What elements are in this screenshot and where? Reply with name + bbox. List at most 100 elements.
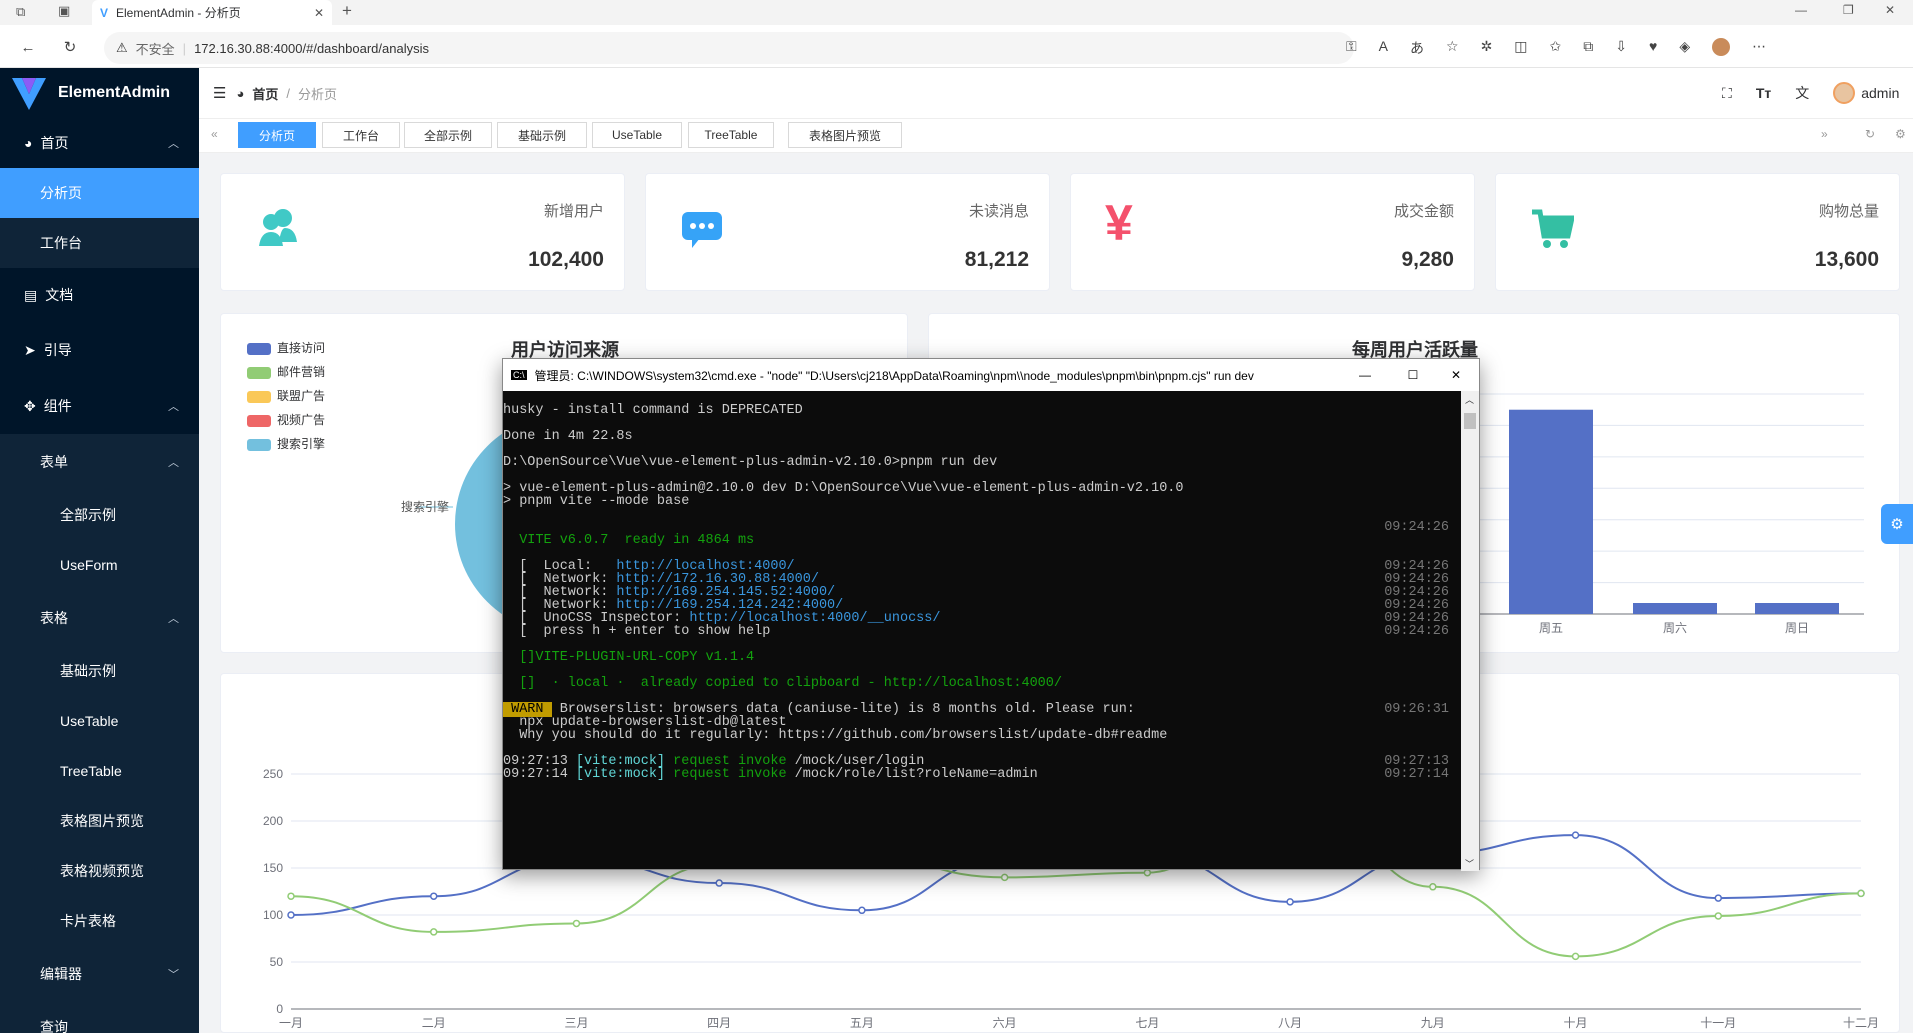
- language-icon[interactable]: 文: [1795, 83, 1809, 103]
- cmd-titlebar[interactable]: C:\ 管理员: C:\WINDOWS\system32\cmd.exe - "…: [503, 359, 1479, 391]
- bar: [1755, 603, 1839, 614]
- menu-components[interactable]: ✥ 组件 ︿: [0, 378, 199, 434]
- tag-table-basic[interactable]: 基础示例: [497, 122, 587, 148]
- key-icon[interactable]: ⚿: [1346, 38, 1357, 58]
- menu-query[interactable]: 查询: [0, 1002, 199, 1033]
- stat-card-shopping-total[interactable]: 购物总量 13,600: [1495, 173, 1900, 291]
- extensions-icon[interactable]: ✲: [1481, 38, 1493, 58]
- stat-card-transaction-amount[interactable]: ¥ 成交金额 9,280: [1070, 173, 1475, 291]
- line-point: [1000, 873, 1009, 882]
- favorite-icon[interactable]: ☆: [1446, 38, 1459, 58]
- cmd-scrollbar[interactable]: ︿ ﹀: [1461, 391, 1479, 871]
- cmd-close-icon[interactable]: ✕: [1441, 368, 1471, 382]
- tag-usetable[interactable]: UseTable: [592, 122, 682, 148]
- menu-form[interactable]: 表单 ︿: [0, 434, 199, 490]
- menu-table[interactable]: 表格 ︿: [0, 590, 199, 646]
- fullscreen-icon[interactable]: ⛶: [1722, 85, 1732, 102]
- reload-icon[interactable]: ↻: [56, 33, 84, 61]
- menu-table-image[interactable]: 表格图片预览: [0, 796, 199, 846]
- close-tab-icon[interactable]: ✕: [314, 6, 324, 20]
- close-window-icon[interactable]: ✕: [1885, 3, 1895, 17]
- chevron-up-icon: ︿: [168, 401, 179, 413]
- menu-label: 组件: [43, 398, 72, 414]
- restore-window-icon[interactable]: ❐: [1843, 3, 1854, 17]
- tab-actions-icon[interactable]: ▣: [58, 3, 70, 19]
- downloads-icon[interactable]: ⇩: [1615, 38, 1627, 58]
- cmd-maximize-icon[interactable]: ☐: [1393, 368, 1433, 382]
- scroll-thumb[interactable]: [1464, 413, 1476, 429]
- menu-label: UseForm: [60, 557, 118, 573]
- collapse-menu-icon[interactable]: ☰: [213, 84, 226, 102]
- new-tab-icon[interactable]: +: [342, 1, 352, 21]
- menu-card-table[interactable]: 卡片表格: [0, 896, 199, 946]
- stat-card-new-users[interactable]: 新增用户 102,400: [220, 173, 625, 291]
- collections-icon[interactable]: ⧉: [1583, 38, 1593, 58]
- profile-icon[interactable]: [1712, 38, 1731, 56]
- workspaces-icon[interactable]: ⧉: [16, 4, 25, 20]
- cmd-line: [ press h + enter to show help: [503, 624, 771, 639]
- menu-document[interactable]: ▤ 文档: [0, 268, 199, 322]
- performance-icon[interactable]: ♥: [1649, 38, 1657, 58]
- line-point: [1857, 889, 1865, 898]
- stat-label: 成交金额: [1393, 203, 1454, 220]
- sidebar: ElementAdmin ◕ 首页 ︿ 分析页 工作台 ▤ 文档 ➤ 引导 ✥ 组件 ︿ 表…: [0, 68, 199, 1033]
- menu-form-all[interactable]: 全部示例: [0, 490, 199, 540]
- read-aloud-icon[interactable]: A: [1379, 38, 1388, 58]
- tag-workplace[interactable]: 工作台: [322, 122, 400, 148]
- favorites-icon[interactable]: ✩: [1550, 38, 1562, 58]
- scroll-up-icon[interactable]: ︿: [1465, 393, 1474, 406]
- cmd-title-text: 管理员: C:\WINDOWS\system32\cmd.exe - "node…: [534, 368, 1254, 383]
- cmd-minimize-icon[interactable]: —: [1345, 368, 1385, 382]
- cmd-output[interactable]: husky - install command is DEPRECATED Don…: [503, 391, 1463, 871]
- menu-table-video[interactable]: 表格视频预览: [0, 846, 199, 896]
- menu-useform[interactable]: UseForm: [0, 540, 199, 590]
- cmd-window[interactable]: C:\ 管理员: C:\WINDOWS\system32\cmd.exe - "…: [502, 358, 1480, 871]
- address-bar[interactable]: ⚠ 不安全 | 172.16.30.88:4000/#/dashboard/an…: [104, 32, 1354, 64]
- menu-workplace[interactable]: 工作台: [0, 218, 199, 268]
- minimize-window-icon[interactable]: —: [1795, 3, 1807, 17]
- stat-label: 购物总量: [1818, 203, 1879, 220]
- menu-label: 基础示例: [60, 663, 116, 679]
- line-y-tick: 250: [263, 767, 283, 781]
- scroll-down-icon[interactable]: ﹀: [1465, 857, 1474, 870]
- breadcrumb-home[interactable]: 首页: [252, 84, 278, 103]
- menu-guide[interactable]: ➤ 引导: [0, 322, 199, 378]
- translate-icon[interactable]: あ: [1410, 38, 1424, 58]
- settings-drawer-button[interactable]: ⚙: [1881, 504, 1913, 544]
- tag-form-all[interactable]: 全部示例: [404, 122, 492, 148]
- tags-scroll-left-icon[interactable]: «: [211, 127, 218, 141]
- line-point: [1714, 894, 1723, 902]
- tag-analysis[interactable]: 分析页: [238, 122, 316, 148]
- user-dropdown[interactable]: admin: [1833, 82, 1899, 104]
- url-text: 172.16.30.88:4000/#/dashboard/analysis: [194, 40, 429, 56]
- copilot-icon[interactable]: ◈: [1679, 38, 1690, 58]
- yen-icon: ¥: [1105, 195, 1133, 251]
- stat-card-unread-messages[interactable]: 未读消息 81,212: [645, 173, 1050, 291]
- menu-table-basic[interactable]: 基础示例: [0, 646, 199, 696]
- logo[interactable]: ElementAdmin: [0, 68, 199, 118]
- browser-tab[interactable]: V ElementAdmin - 分析页 ✕: [92, 0, 332, 25]
- line-y-tick: 0: [276, 1002, 283, 1016]
- menu-label: TreeTable: [60, 763, 122, 779]
- menu-dashboard[interactable]: ◕ 首页 ︿: [0, 118, 199, 168]
- tags-settings-icon[interactable]: ⚙: [1895, 127, 1906, 141]
- split-screen-icon[interactable]: ◫: [1514, 38, 1527, 58]
- chevron-up-icon: ︿: [168, 613, 179, 625]
- menu-usetable[interactable]: UseTable: [0, 696, 199, 746]
- bar: [1633, 603, 1717, 614]
- menu-editor[interactable]: 编辑器 ﹀: [0, 946, 199, 1002]
- line-x-tick: 五月: [850, 1016, 874, 1030]
- tag-treetable[interactable]: TreeTable: [688, 122, 774, 148]
- refresh-tag-icon[interactable]: ↻: [1865, 127, 1875, 141]
- font-size-icon[interactable]: Tт: [1756, 85, 1771, 101]
- line-y-tick: 200: [263, 814, 283, 828]
- more-icon[interactable]: ⋯: [1752, 38, 1766, 58]
- tags-scroll-right-icon[interactable]: »: [1821, 127, 1828, 141]
- menu-analysis[interactable]: 分析页: [0, 168, 199, 218]
- menu-label: 分析页: [40, 185, 82, 201]
- line-point: [287, 911, 295, 919]
- tag-table-image[interactable]: 表格图片预览: [788, 122, 902, 148]
- menu-treetable[interactable]: TreeTable: [0, 746, 199, 796]
- back-icon[interactable]: ←: [14, 33, 42, 61]
- menu-label: 卡片表格: [60, 913, 116, 929]
